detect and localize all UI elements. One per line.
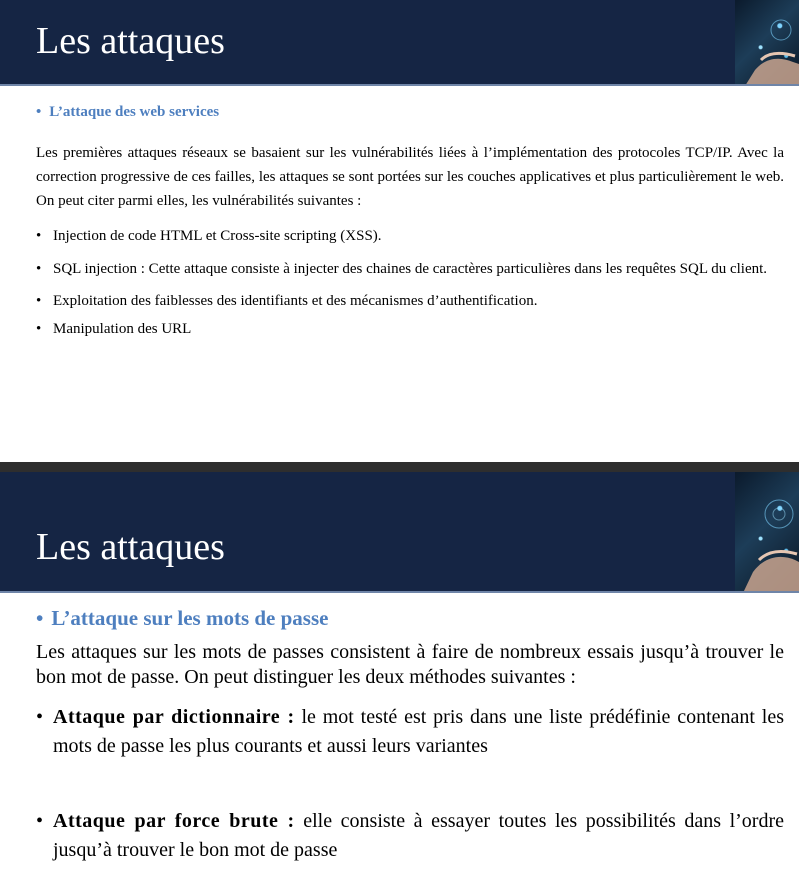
list-item-term: Attaque par dictionnaire :: [53, 706, 295, 728]
section-heading-text: L’attaque sur les mots de passe: [51, 606, 329, 630]
section-heading: • L’attaque sur les mots de passe: [36, 606, 328, 631]
list-item-text: SQL injection : Cette attaque consiste à…: [53, 261, 768, 277]
list-item: • Attaque par dictionnaire : le mot testé…: [36, 703, 784, 761]
slide-divider: [0, 462, 799, 472]
title-banner: Les attaques: [0, 472, 799, 593]
bullet-icon: •: [36, 293, 42, 309]
bullet-icon: •: [36, 261, 42, 277]
list-item-term: Attaque par force brute :: [53, 810, 295, 832]
list-item-text: Injection de code HTML et Cross-site scr…: [53, 228, 382, 244]
intro-paragraph: Les premières attaques réseaux se basaie…: [36, 145, 784, 209]
hand-tech-photo-icon: [735, 0, 799, 86]
bullet-icon: •: [36, 606, 44, 630]
bullet-icon: •: [36, 104, 42, 120]
banner-underline: [0, 84, 799, 86]
section-heading-text: L’attaque des web services: [49, 104, 220, 120]
list-item: • Injection de code HTML et Cross-site sc…: [36, 225, 784, 247]
bullet-icon: •: [36, 228, 42, 244]
method-list: • Attaque par dictionnaire : le mot testé…: [36, 703, 784, 865]
section-heading: • L’attaque des web services: [36, 104, 219, 121]
list-item: • Manipulation des URL: [36, 318, 784, 340]
vulnerability-list: • Injection de code HTML et Cross-site sc…: [36, 225, 784, 351]
banner-underline: [0, 591, 799, 593]
list-item-text: Exploitation des faiblesses des identifi…: [53, 293, 538, 309]
list-item-text: Manipulation des URL: [53, 321, 192, 337]
slide-passwords: Les attaques • L’attaque sur les mots de …: [0, 472, 799, 879]
hand-tech-photo-icon: [735, 472, 799, 593]
intro-paragraph: Les attaques sur les mots de passes cons…: [36, 641, 784, 688]
slide-title: Les attaques: [36, 526, 225, 568]
list-item: • Exploitation des faiblesses des identif…: [36, 290, 784, 312]
slide-web-services: Les attaques • L’attaque des web services…: [0, 0, 799, 462]
list-item: • SQL injection : Cette attaque consiste …: [36, 258, 784, 280]
bullet-icon: •: [36, 321, 42, 337]
title-banner: Les attaques: [0, 0, 799, 86]
bullet-icon: •: [36, 706, 44, 728]
list-item: • Attaque par force brute : elle consiste…: [36, 807, 784, 865]
slide-title: Les attaques: [36, 20, 225, 62]
bullet-icon: •: [36, 810, 44, 832]
